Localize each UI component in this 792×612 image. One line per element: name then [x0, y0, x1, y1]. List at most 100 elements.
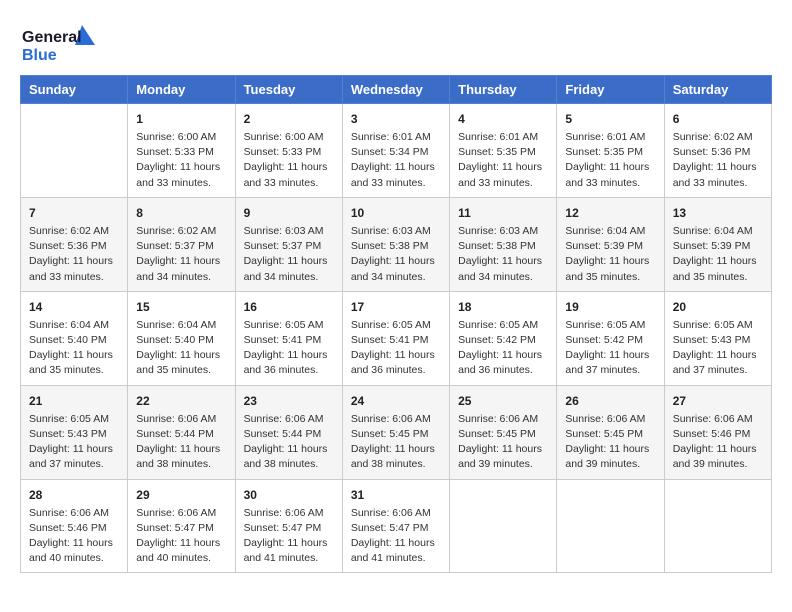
day-info: Sunrise: 6:05 AMSunset: 5:43 PMDaylight:… — [29, 412, 119, 473]
week-row-5: 28Sunrise: 6:06 AMSunset: 5:46 PMDayligh… — [21, 479, 772, 573]
day-info: Sunrise: 6:06 AMSunset: 5:47 PMDaylight:… — [244, 506, 334, 567]
day-number: 2 — [244, 110, 334, 128]
day-info: Sunrise: 6:03 AMSunset: 5:37 PMDaylight:… — [244, 224, 334, 285]
day-number: 27 — [673, 392, 763, 410]
col-header-wednesday: Wednesday — [342, 76, 449, 104]
day-info: Sunrise: 6:02 AMSunset: 5:36 PMDaylight:… — [673, 130, 763, 191]
day-info: Sunrise: 6:05 AMSunset: 5:43 PMDaylight:… — [673, 318, 763, 379]
day-info: Sunrise: 6:05 AMSunset: 5:42 PMDaylight:… — [565, 318, 655, 379]
day-number: 6 — [673, 110, 763, 128]
day-info: Sunrise: 6:01 AMSunset: 5:35 PMDaylight:… — [458, 130, 548, 191]
day-cell: 7 Sunrise: 6:02 AMSunset: 5:36 PMDaylight… — [21, 197, 128, 291]
day-info: Sunrise: 6:06 AMSunset: 5:44 PMDaylight:… — [136, 412, 226, 473]
day-info: Sunrise: 6:06 AMSunset: 5:45 PMDaylight:… — [565, 412, 655, 473]
day-number: 14 — [29, 298, 119, 316]
day-number: 31 — [351, 486, 441, 504]
day-number: 10 — [351, 204, 441, 222]
day-info: Sunrise: 6:06 AMSunset: 5:47 PMDaylight:… — [136, 506, 226, 567]
day-cell: 1 Sunrise: 6:00 AMSunset: 5:33 PMDaylight… — [128, 104, 235, 198]
day-info: Sunrise: 6:04 AMSunset: 5:40 PMDaylight:… — [29, 318, 119, 379]
day-cell: 13 Sunrise: 6:04 AMSunset: 5:39 PMDayligh… — [664, 197, 771, 291]
day-info: Sunrise: 6:00 AMSunset: 5:33 PMDaylight:… — [244, 130, 334, 191]
day-info: Sunrise: 6:04 AMSunset: 5:39 PMDaylight:… — [673, 224, 763, 285]
day-info: Sunrise: 6:05 AMSunset: 5:42 PMDaylight:… — [458, 318, 548, 379]
day-cell: 5Sunrise: 6:01 AMSunset: 5:35 PMDaylight… — [557, 104, 664, 198]
day-number: 7 — [29, 204, 119, 222]
calendar-table: SundayMondayTuesdayWednesdayThursdayFrid… — [20, 75, 772, 573]
day-number: 11 — [458, 204, 548, 222]
day-number: 28 — [29, 486, 119, 504]
day-cell: 10Sunrise: 6:03 AMSunset: 5:38 PMDayligh… — [342, 197, 449, 291]
day-cell — [450, 479, 557, 573]
day-number: 26 — [565, 392, 655, 410]
day-cell: 18 Sunrise: 6:05 AMSunset: 5:42 PMDayligh… — [450, 291, 557, 385]
day-cell: 24 Sunrise: 6:06 AMSunset: 5:45 PMDayligh… — [342, 385, 449, 479]
day-cell: 16Sunrise: 6:05 AMSunset: 5:41 PMDayligh… — [235, 291, 342, 385]
day-cell: 11 Sunrise: 6:03 AMSunset: 5:38 PMDayligh… — [450, 197, 557, 291]
col-header-saturday: Saturday — [664, 76, 771, 104]
day-info: Sunrise: 6:06 AMSunset: 5:46 PMDaylight:… — [673, 412, 763, 473]
week-row-3: 14 Sunrise: 6:04 AMSunset: 5:40 PMDayligh… — [21, 291, 772, 385]
week-row-2: 7 Sunrise: 6:02 AMSunset: 5:36 PMDaylight… — [21, 197, 772, 291]
day-number: 24 — [351, 392, 441, 410]
week-row-4: 21 Sunrise: 6:05 AMSunset: 5:43 PMDayligh… — [21, 385, 772, 479]
day-cell: 19 Sunrise: 6:05 AMSunset: 5:42 PMDayligh… — [557, 291, 664, 385]
day-info: Sunrise: 6:06 AMSunset: 5:45 PMDaylight:… — [351, 412, 441, 473]
day-cell — [664, 479, 771, 573]
day-number: 16 — [244, 298, 334, 316]
day-number: 17 — [351, 298, 441, 316]
day-info: Sunrise: 6:06 AMSunset: 5:45 PMDaylight:… — [458, 412, 548, 473]
day-number: 21 — [29, 392, 119, 410]
day-number: 1 — [136, 110, 226, 128]
day-info: Sunrise: 6:04 AMSunset: 5:40 PMDaylight:… — [136, 318, 226, 379]
col-header-sunday: Sunday — [21, 76, 128, 104]
col-header-monday: Monday — [128, 76, 235, 104]
day-number: 22 — [136, 392, 226, 410]
day-cell: 6 Sunrise: 6:02 AMSunset: 5:36 PMDaylight… — [664, 104, 771, 198]
day-cell: 4 Sunrise: 6:01 AMSunset: 5:35 PMDaylight… — [450, 104, 557, 198]
svg-text:General: General — [22, 29, 82, 46]
day-cell: 25 Sunrise: 6:06 AMSunset: 5:45 PMDayligh… — [450, 385, 557, 479]
day-cell: 2 Sunrise: 6:00 AMSunset: 5:33 PMDaylight… — [235, 104, 342, 198]
day-number: 25 — [458, 392, 548, 410]
logo: GeneralBlue — [20, 20, 100, 65]
day-cell: 22 Sunrise: 6:06 AMSunset: 5:44 PMDayligh… — [128, 385, 235, 479]
day-info: Sunrise: 6:05 AMSunset: 5:41 PMDaylight:… — [351, 318, 441, 379]
day-number: 5 — [565, 110, 655, 128]
day-info: Sunrise: 6:04 AMSunset: 5:39 PMDaylight:… — [565, 224, 655, 285]
day-number: 4 — [458, 110, 548, 128]
page-header: GeneralBlue — [20, 20, 772, 65]
day-info: Sunrise: 6:06 AMSunset: 5:47 PMDaylight:… — [351, 506, 441, 567]
day-cell: 28Sunrise: 6:06 AMSunset: 5:46 PMDayligh… — [21, 479, 128, 573]
day-number: 9 — [244, 204, 334, 222]
day-cell: 29 Sunrise: 6:06 AMSunset: 5:47 PMDayligh… — [128, 479, 235, 573]
day-cell: 14 Sunrise: 6:04 AMSunset: 5:40 PMDayligh… — [21, 291, 128, 385]
day-cell: 15 Sunrise: 6:04 AMSunset: 5:40 PMDayligh… — [128, 291, 235, 385]
day-number: 13 — [673, 204, 763, 222]
day-info: Sunrise: 6:06 AMSunset: 5:44 PMDaylight:… — [244, 412, 334, 473]
day-number: 23 — [244, 392, 334, 410]
day-number: 12 — [565, 204, 655, 222]
day-cell: 8Sunrise: 6:02 AMSunset: 5:37 PMDaylight… — [128, 197, 235, 291]
day-number: 15 — [136, 298, 226, 316]
day-cell: 20Sunrise: 6:05 AMSunset: 5:43 PMDayligh… — [664, 291, 771, 385]
col-header-thursday: Thursday — [450, 76, 557, 104]
day-number: 29 — [136, 486, 226, 504]
general-blue-logo: GeneralBlue — [20, 20, 100, 65]
day-info: Sunrise: 6:02 AMSunset: 5:36 PMDaylight:… — [29, 224, 119, 285]
day-cell — [21, 104, 128, 198]
day-cell: 21 Sunrise: 6:05 AMSunset: 5:43 PMDayligh… — [21, 385, 128, 479]
day-info: Sunrise: 6:03 AMSunset: 5:38 PMDaylight:… — [458, 224, 548, 285]
day-number: 30 — [244, 486, 334, 504]
day-cell: 26 Sunrise: 6:06 AMSunset: 5:45 PMDayligh… — [557, 385, 664, 479]
day-number: 19 — [565, 298, 655, 316]
day-cell — [557, 479, 664, 573]
day-info: Sunrise: 6:00 AMSunset: 5:33 PMDaylight:… — [136, 130, 226, 191]
day-info: Sunrise: 6:02 AMSunset: 5:37 PMDaylight:… — [136, 224, 226, 285]
day-cell: 12 Sunrise: 6:04 AMSunset: 5:39 PMDayligh… — [557, 197, 664, 291]
day-number: 18 — [458, 298, 548, 316]
day-cell: 23 Sunrise: 6:06 AMSunset: 5:44 PMDayligh… — [235, 385, 342, 479]
svg-text:Blue: Blue — [22, 47, 57, 64]
header-row: SundayMondayTuesdayWednesdayThursdayFrid… — [21, 76, 772, 104]
day-cell: 3Sunrise: 6:01 AMSunset: 5:34 PMDaylight… — [342, 104, 449, 198]
